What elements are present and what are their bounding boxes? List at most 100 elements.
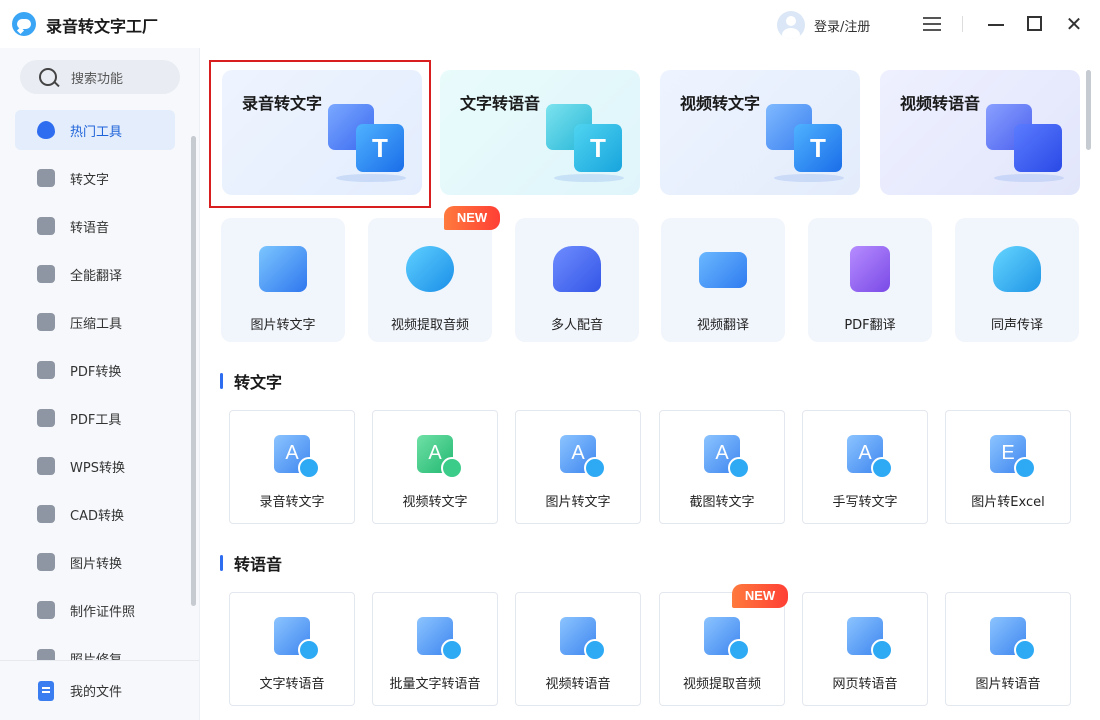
tool-label: 视频转文字 — [402, 495, 468, 510]
image-to-excel-icon: E — [990, 435, 1036, 479]
sidebar-item-compress[interactable]: 压缩工具 — [15, 302, 175, 342]
minimize-icon[interactable] — [984, 12, 1008, 36]
tool-label: 批量文字转语音 — [389, 677, 481, 692]
tool-label: 图片转语音 — [975, 677, 1041, 692]
sidebar-item-image-convert[interactable]: 图片转换 — [15, 542, 175, 582]
text-to-speech-icon: T — [546, 104, 626, 184]
search-icon — [39, 68, 57, 86]
featured-card-video-to-text[interactable]: 视频转文字 T — [660, 70, 860, 195]
menu-icon[interactable] — [920, 12, 944, 36]
tool-label: 手写转文字 — [832, 495, 898, 510]
my-files-button[interactable]: 我的文件 — [0, 660, 199, 720]
hot-tool-label: 多人配音 — [550, 318, 603, 333]
sidebar-item-cad[interactable]: CAD转换 — [15, 494, 175, 534]
hot-tool-image-to-text[interactable]: 图片转文字 — [221, 218, 345, 342]
search-input[interactable]: 搜索功能 — [20, 60, 180, 94]
featured-card-video-to-speech[interactable]: 视频转语音 — [880, 70, 1080, 195]
tool-image-to-excel[interactable]: E 图片转Excel — [945, 410, 1071, 524]
tool-webpage-to-speech[interactable]: 网页转语音 — [802, 592, 928, 706]
app-title: 录音转文字工厂 — [46, 17, 159, 36]
tool-video-to-speech[interactable]: 视频转语音 — [515, 592, 641, 706]
hot-tool-video-translate[interactable]: 视频翻译 — [661, 218, 785, 342]
featured-card-text-to-speech[interactable]: 文字转语音 T — [440, 70, 640, 195]
voice-icon — [37, 217, 55, 235]
tool-label: 图片转Excel — [971, 495, 1045, 510]
handwriting-to-text-icon: A — [847, 435, 893, 479]
sidebar-item-to-speech[interactable]: 转语音 — [15, 206, 175, 246]
sidebar-item-hot-tools[interactable]: 热门工具 — [15, 110, 175, 150]
main-content: 录音转文字 T 文字转语音 T 视频转文字 T 视频转语音 图片转文字 视频提取… — [200, 48, 1100, 720]
audio-to-text-icon: T — [328, 104, 408, 184]
tool-image-to-speech[interactable]: 图片转语音 — [945, 592, 1071, 706]
music-note-icon — [406, 246, 454, 292]
sidebar-item-id-photo[interactable]: 制作证件照 — [15, 590, 175, 630]
image-to-text-icon — [259, 246, 307, 292]
tool-extract-audio[interactable]: 视频提取音频 — [659, 592, 785, 706]
login-label: 登录/注册 — [814, 19, 871, 35]
main-scrollbar[interactable] — [1086, 70, 1091, 150]
sidebar-item-pdf-tools[interactable]: PDF工具 — [15, 398, 175, 438]
featured-card-audio-to-text[interactable]: 录音转文字 T — [222, 70, 422, 195]
maximize-icon[interactable] — [1023, 12, 1047, 36]
hot-tool-simultaneous-interpretation[interactable]: 同声传译 — [955, 218, 1079, 342]
hot-tool-multi-voice[interactable]: 多人配音 — [515, 218, 639, 342]
sidebar-item-label: PDF转换 — [70, 364, 122, 380]
sidebar: 搜索功能 热门工具 转文字 转语音 全能翻译 压缩工具 PDF转换 PDF工具 … — [0, 48, 200, 720]
title-divider — [962, 16, 963, 32]
sidebar-item-label: 制作证件照 — [70, 604, 136, 620]
pdf-translate-icon — [850, 246, 890, 292]
sidebar-scrollbar[interactable] — [191, 136, 196, 606]
tool-batch-text-to-speech[interactable]: 批量文字转语音 — [372, 592, 498, 706]
new-badge: NEW — [444, 206, 500, 230]
tool-video-to-text[interactable]: A 视频转文字 — [372, 410, 498, 524]
people-icon — [553, 246, 601, 292]
sidebar-item-label: 热门工具 — [70, 124, 123, 140]
tool-image-to-text[interactable]: A 图片转文字 — [515, 410, 641, 524]
tool-handwriting-to-text[interactable]: A 手写转文字 — [802, 410, 928, 524]
pdf-icon — [37, 361, 55, 379]
tool-screenshot-to-text[interactable]: A 截图转文字 — [659, 410, 785, 524]
batch-text-to-speech-icon — [417, 617, 463, 661]
section-heading: 转语音 — [234, 555, 283, 574]
tool-label: 网页转语音 — [832, 677, 898, 692]
section-accent-bar — [220, 555, 223, 571]
sidebar-item-to-text[interactable]: 转文字 — [15, 158, 175, 198]
featured-card-title: 视频转文字 — [680, 94, 761, 113]
hot-tool-label: 同声传译 — [990, 318, 1043, 333]
sidebar-item-translate[interactable]: 全能翻译 — [15, 254, 175, 294]
video-to-text-icon: A — [417, 435, 463, 479]
featured-card-title: 文字转语音 — [460, 94, 541, 113]
sidebar-nav: 热门工具 转文字 转语音 全能翻译 压缩工具 PDF转换 PDF工具 WPS转换… — [15, 110, 175, 686]
video-to-text-icon: T — [766, 104, 846, 184]
sidebar-item-label: 压缩工具 — [70, 316, 123, 332]
sidebar-item-pdf-convert[interactable]: PDF转换 — [15, 350, 175, 390]
my-files-label: 我的文件 — [70, 685, 123, 700]
sidebar-item-wps[interactable]: WPS转换 — [15, 446, 175, 486]
close-icon[interactable]: ✕ — [1062, 12, 1086, 36]
image-to-text-icon: A — [560, 435, 606, 479]
app-logo-icon — [12, 12, 36, 36]
tool-label: 视频转语音 — [545, 677, 611, 692]
section-accent-bar — [220, 373, 223, 389]
screenshot-to-text-icon: A — [704, 435, 750, 479]
sidebar-item-label: CAD转换 — [70, 508, 124, 524]
tool-label: 图片转文字 — [545, 495, 611, 510]
section-title-to-speech: 转语音 — [220, 553, 283, 574]
flame-icon — [37, 121, 55, 139]
id-photo-icon — [37, 601, 55, 619]
sidebar-item-label: 转语音 — [70, 220, 110, 236]
cad-icon — [37, 505, 55, 523]
search-placeholder: 搜索功能 — [71, 71, 124, 87]
tool-label: 录音转文字 — [259, 495, 325, 510]
login-button[interactable]: 登录/注册 — [777, 10, 870, 40]
hot-tool-pdf-translate[interactable]: PDF翻译 — [808, 218, 932, 342]
sidebar-item-label: 转文字 — [70, 172, 110, 188]
tool-text-to-speech[interactable]: 文字转语音 — [229, 592, 355, 706]
sidebar-item-label: 全能翻译 — [70, 268, 123, 284]
hot-tool-label: PDF翻译 — [844, 318, 896, 333]
hot-tool-label: 图片转文字 — [250, 318, 316, 333]
title-bar: 录音转文字工厂 登录/注册 ✕ — [0, 0, 1100, 48]
tool-audio-to-text[interactable]: A 录音转文字 — [229, 410, 355, 524]
hot-tool-extract-audio[interactable]: 视频提取音频 — [368, 218, 492, 342]
text-to-speech-icon — [274, 617, 320, 661]
